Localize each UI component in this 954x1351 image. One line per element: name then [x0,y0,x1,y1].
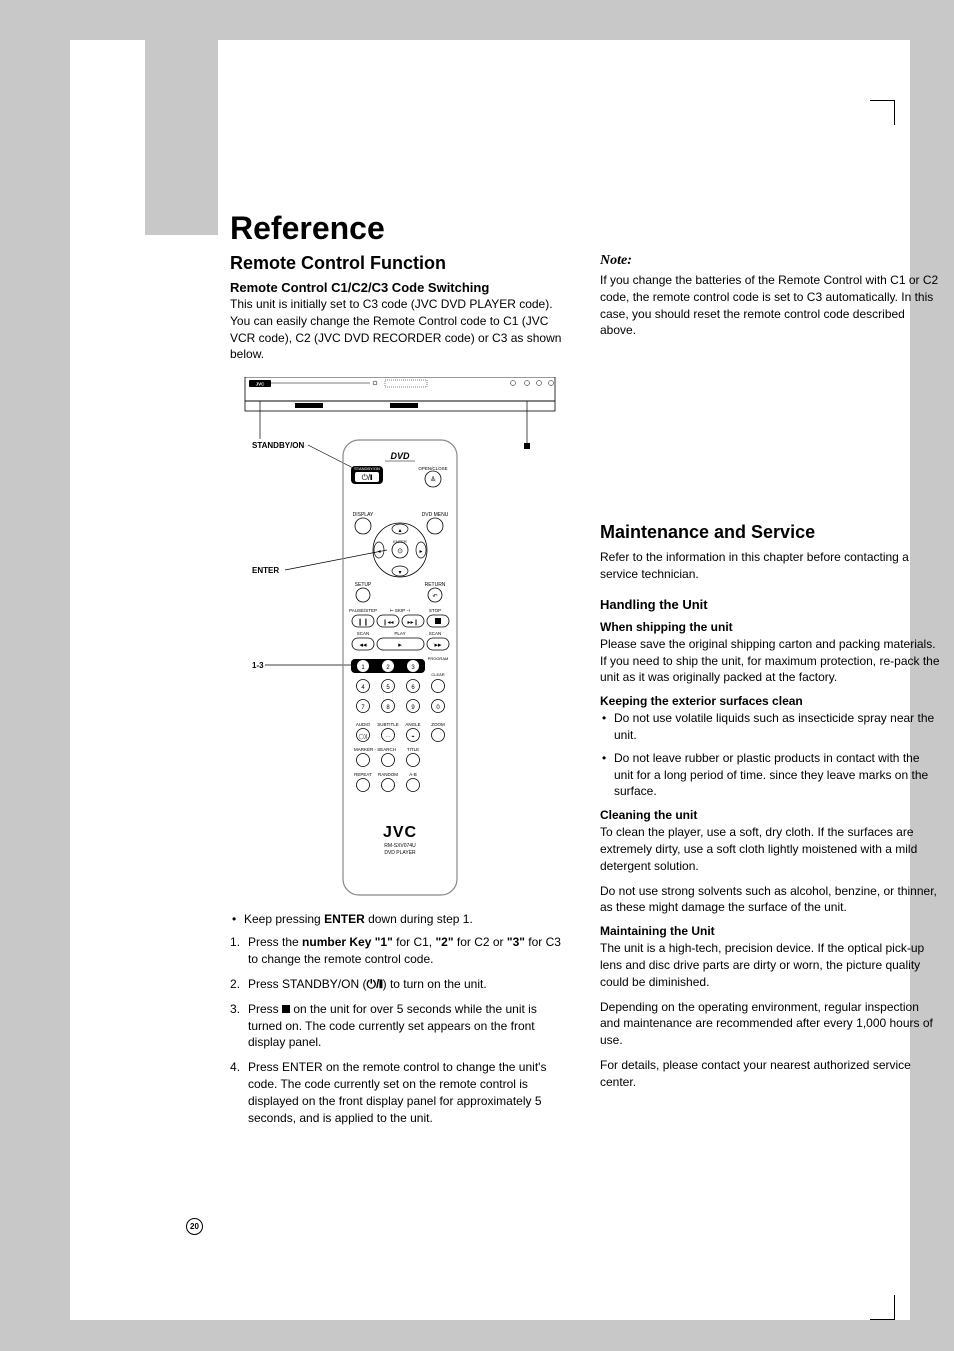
left-column: Remote Control Function Remote Control C… [230,253,570,1134]
svg-text:RM-SXV074U: RM-SXV074U [384,843,416,849]
svg-text:⋯: ⋯ [386,734,391,740]
svg-text:▸▸❙: ▸▸❙ [407,619,418,626]
svg-text:DVD: DVD [390,451,410,461]
svg-text:ZOOM: ZOOM [431,722,445,727]
svg-text:STANDBY/ON: STANDBY/ON [252,441,305,450]
svg-text:AUDIO: AUDIO [356,722,371,727]
svg-text:8: 8 [386,705,390,711]
svg-text:4: 4 [361,685,365,691]
intro-paragraph: This unit is initially set to C3 code (J… [230,296,570,363]
remote-diagram: JVC STANDBY/ON [230,377,570,897]
svg-text:A-B: A-B [409,772,417,777]
svg-text:SUBTITLE: SUBTITLE [377,722,399,727]
svg-text:⌖: ⌖ [412,734,415,740]
svg-text:SCAN: SCAN [429,631,442,636]
svg-text:JVC: JVC [256,382,266,387]
step-4: Press ENTER on the remote control to cha… [230,1059,570,1126]
svg-text:ENTER: ENTER [252,566,279,575]
svg-text:DVD MENU: DVD MENU [422,512,449,518]
section-heading-remote: Remote Control Function [230,253,570,274]
right-column: Note: If you change the batteries of the… [600,253,940,1134]
svg-text:ENTER: ENTER [393,539,407,544]
svg-text:❙◂◂: ❙◂◂ [382,619,393,626]
svg-text:DISPLAY: DISPLAY [353,512,374,518]
svg-text:STOP: STOP [429,608,441,613]
paragraph-maintaining-2: Depending on the operating environment, … [600,999,940,1049]
svg-text:◯)): ◯)) [359,734,368,740]
svg-text:RANDOM: RANDOM [378,772,398,777]
svg-text:⊙: ⊙ [397,548,403,555]
paragraph-cleaning-2: Do not use strong solvents such as alcoh… [600,883,940,917]
svg-text:RETURN: RETURN [425,582,446,588]
standby-icon: ⏻/❙ [366,976,382,993]
svg-text:↶: ↶ [432,593,437,600]
svg-text:CLEAR: CLEAR [431,672,444,677]
svg-text:⊢ SKIP ⊣: ⊢ SKIP ⊣ [390,607,411,613]
page-number: 20 [186,1218,203,1235]
heading-exterior: Keeping the exterior surfaces clean [600,694,940,708]
svg-text:◂: ◂ [377,549,380,555]
paragraph-cleaning-1: To clean the player, use a soft, dry clo… [600,824,940,874]
stop-icon [282,1005,290,1013]
svg-text:▸▸: ▸▸ [434,642,442,649]
crop-mark-bottom-right [870,1290,910,1320]
svg-text:⏻/❙: ⏻/❙ [362,473,373,482]
svg-text:5: 5 [386,685,390,691]
heading-cleaning: Cleaning the unit [600,808,940,822]
svg-text:ANGLE: ANGLE [405,722,420,727]
steps-list: Press the number Key "1" for C1, "2" for… [230,934,570,1126]
svg-text:STANDBY/ON: STANDBY/ON [354,466,380,471]
paragraph-maintaining-3: For details, please contact your nearest… [600,1057,940,1091]
svg-text:❙❙: ❙❙ [357,618,369,626]
svg-text:▾: ▾ [398,570,401,576]
svg-text:PLAY: PLAY [394,631,405,636]
exterior-bullet-1: Do not use volatile liquids such as inse… [600,710,940,744]
svg-text:▸: ▸ [419,549,422,555]
page-title: Reference [230,210,940,247]
note-label: Note: [600,253,940,269]
paragraph-maintaining-1: The unit is a high-tech, precision devic… [600,940,940,990]
step-2: Press STANDBY/ON (⏻/❙) to turn on the un… [230,976,570,993]
pre-steps-bullets: Keep pressing ENTER down during step 1. [230,911,570,928]
svg-text:≜: ≜ [430,476,436,484]
exterior-bullets: Do not use volatile liquids such as inse… [600,710,940,800]
svg-text:6: 6 [411,685,415,691]
page-content: Reference Remote Control Function Remote… [230,210,940,1134]
maintenance-intro: Refer to the information in this chapter… [600,549,940,583]
svg-text:PAUSE/STEP: PAUSE/STEP [349,608,377,613]
paragraph-shipping: Please save the original shipping carton… [600,636,940,686]
heading-shipping: When shipping the unit [600,620,940,634]
svg-text:1-3: 1-3 [252,661,264,670]
svg-text:OPEN/CLOSE: OPEN/CLOSE [418,466,447,471]
svg-text:◂◂: ◂◂ [359,642,367,649]
svg-text:7: 7 [361,705,365,711]
manual-page: Reference Remote Control Function Remote… [70,40,910,1320]
svg-text:SETUP: SETUP [355,582,372,588]
svg-text:▸: ▸ [398,642,402,649]
svg-text:REPEAT: REPEAT [354,772,372,777]
svg-text:JVC: JVC [383,824,417,841]
heading-handling: Handling the Unit [600,597,940,612]
svg-text:SCAN: SCAN [357,631,370,636]
svg-text:9: 9 [411,705,415,711]
svg-text:TITLE: TITLE [407,747,419,752]
svg-text:MARKER - SEARCH: MARKER - SEARCH [354,747,396,752]
subheading-code-switching: Remote Control C1/C2/C3 Code Switching [230,280,570,295]
svg-text:PROGRAM: PROGRAM [428,656,449,661]
svg-text:0: 0 [436,705,440,711]
exterior-bullet-2: Do not leave rubber or plastic products … [600,750,940,800]
step-1: Press the number Key "1" for C1, "2" for… [230,934,570,968]
section-heading-maintenance: Maintenance and Service [600,522,940,543]
bullet-enter: Keep pressing ENTER down during step 1. [230,911,570,928]
heading-maintaining: Maintaining the Unit [600,924,940,938]
left-gray-band [145,40,218,235]
note-text: If you change the batteries of the Remot… [600,272,940,339]
step-3: Press on the unit for over 5 seconds whi… [230,1001,570,1051]
svg-text:▴: ▴ [398,528,401,534]
svg-text:DVD PLAYER: DVD PLAYER [384,850,416,856]
crop-mark-top-right [870,100,910,130]
